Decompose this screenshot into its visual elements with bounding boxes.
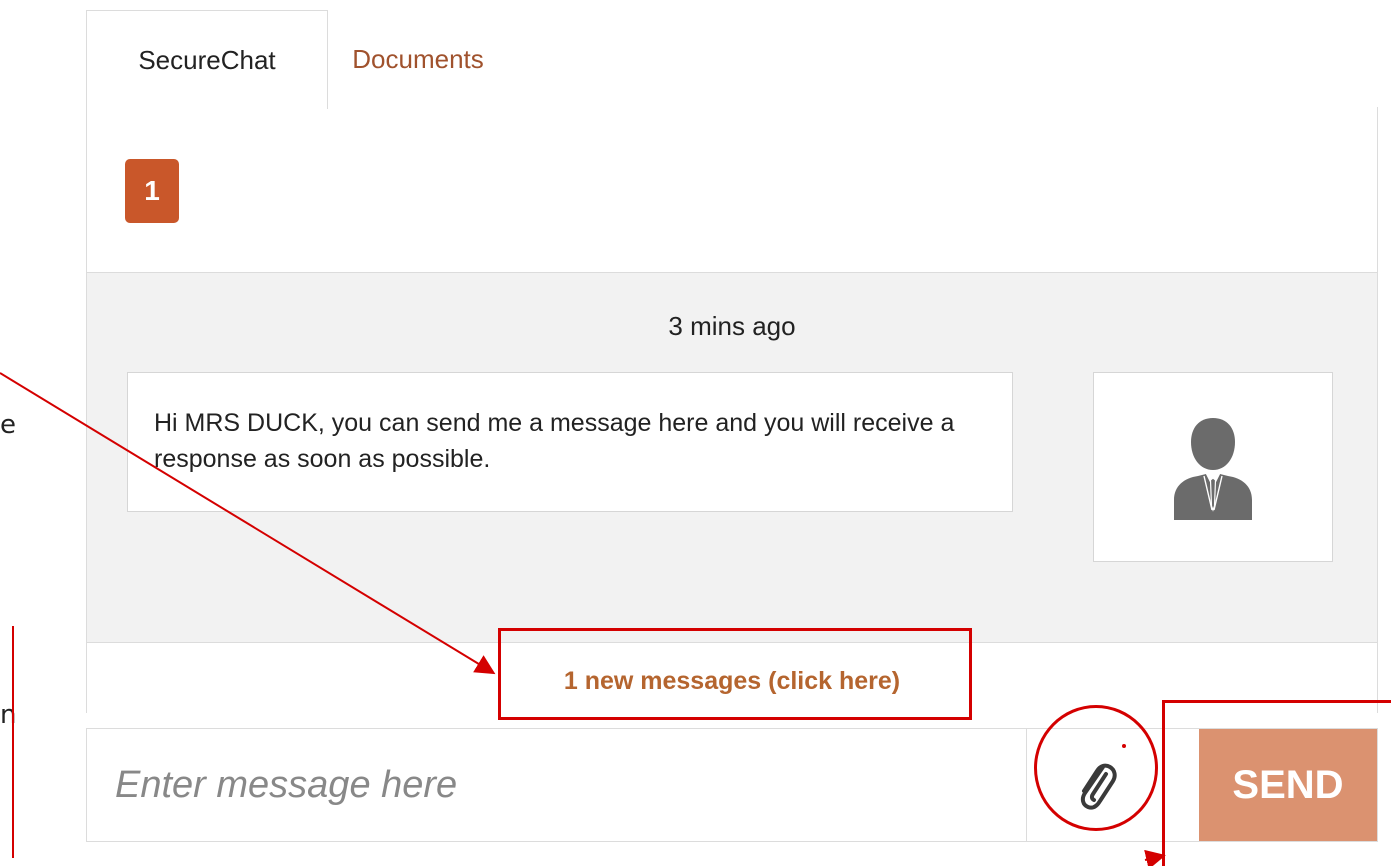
annotation-arrow bbox=[0, 372, 496, 675]
annotation-arrows bbox=[0, 372, 1166, 866]
tab-securechat[interactable]: SecureChat bbox=[86, 10, 328, 109]
annotation-arrow bbox=[1144, 849, 1166, 866]
tab-securechat-label: SecureChat bbox=[138, 45, 276, 75]
